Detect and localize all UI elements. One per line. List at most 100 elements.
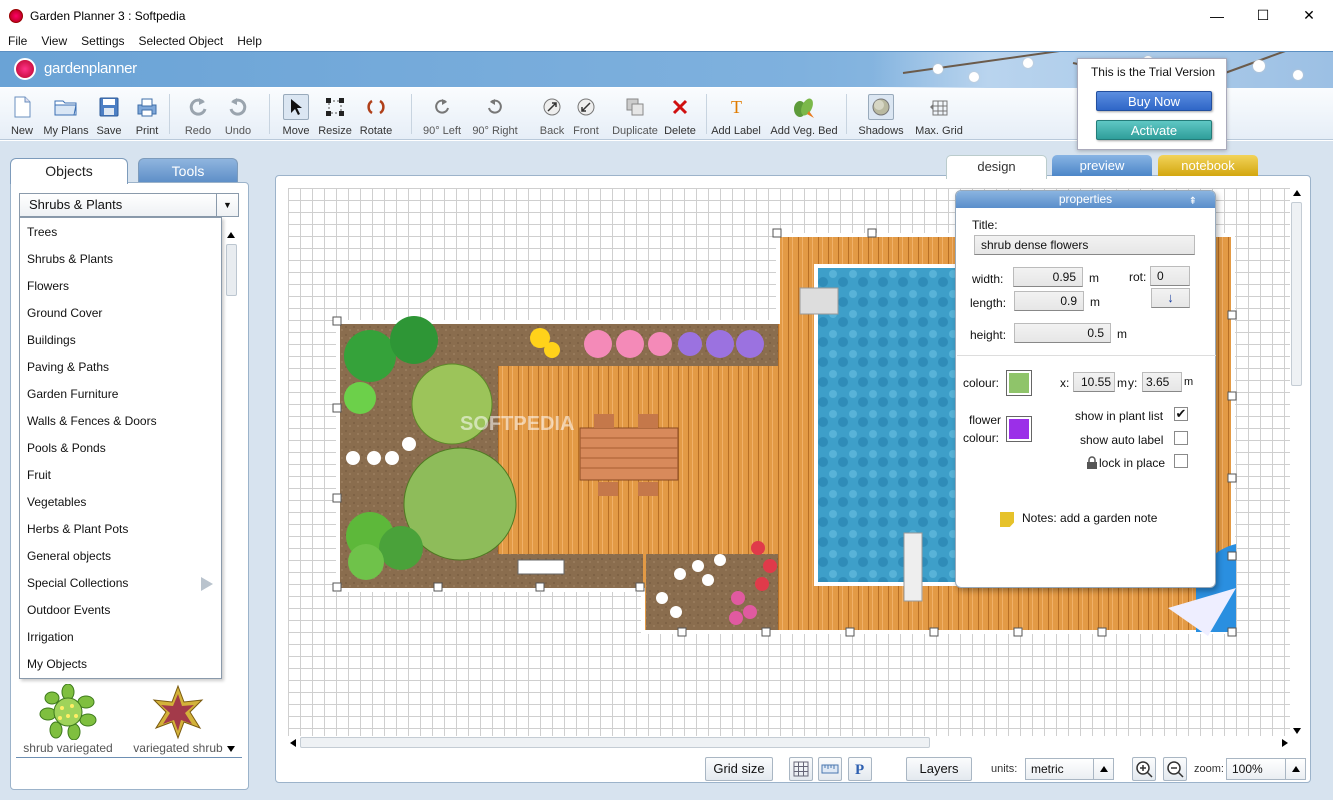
category-option-irrigation[interactable]: Irrigation (20, 624, 221, 651)
ruler-icon (821, 764, 839, 774)
y-input[interactable]: 3.65 (1142, 372, 1182, 392)
category-option-shrubs-plants[interactable]: Shrubs & Plants (20, 246, 221, 273)
width-input[interactable]: 0.95 (1013, 267, 1083, 287)
layers-button[interactable]: Layers (906, 757, 972, 781)
category-option-paving-paths[interactable]: Paving & Paths (20, 354, 221, 381)
menu-help[interactable]: Help (230, 34, 269, 48)
scroll-thumb[interactable] (226, 244, 237, 296)
activate-button[interactable]: Activate (1096, 120, 1212, 140)
category-option-flowers[interactable]: Flowers (20, 273, 221, 300)
units-select[interactable]: metric (1025, 758, 1114, 780)
category-option-ground-cover[interactable]: Ground Cover (20, 300, 221, 327)
height-input[interactable]: 0.5 (1014, 323, 1111, 343)
chevron-down-icon[interactable]: ▼ (216, 194, 238, 216)
checkmark-icon: ✔ (1175, 406, 1187, 421)
category-option-trees[interactable]: Trees (20, 219, 221, 246)
category-option-fruit[interactable]: Fruit (20, 462, 221, 489)
zoom-out-button[interactable] (1163, 757, 1187, 781)
menu-view[interactable]: View (34, 34, 74, 48)
max-grid-button[interactable]: Max. Grid (914, 88, 964, 140)
menu-settings[interactable]: Settings (74, 34, 131, 48)
collapse-icon[interactable]: ⇞ (1189, 193, 1197, 210)
scroll-right-icon[interactable] (1282, 739, 1288, 747)
menu-file[interactable]: File (0, 34, 34, 48)
zoom-select[interactable]: 100% (1226, 758, 1306, 780)
undo-button[interactable]: Undo (222, 88, 254, 140)
rotation-direction-arrow-icon[interactable]: ↓ (1151, 288, 1190, 308)
plant-thumb-variegated-shrub[interactable]: variegated shrub (123, 684, 233, 755)
category-option-walls-fences-doors[interactable]: Walls & Fences & Doors (20, 408, 221, 435)
rotate-tool-button[interactable]: Rotate (358, 88, 394, 140)
scroll-down-icon[interactable] (1293, 728, 1301, 734)
delete-button[interactable]: Delete (663, 88, 697, 140)
menu-selected-object[interactable]: Selected Object (132, 34, 231, 48)
colour-swatch[interactable] (1006, 370, 1032, 396)
zoom-in-button[interactable] (1132, 757, 1156, 781)
plant-list-toggle-button[interactable]: P (848, 757, 872, 781)
tab-preview[interactable]: preview (1052, 155, 1152, 176)
category-option-my-objects[interactable]: My Objects (20, 651, 221, 678)
category-option-pools-ponds[interactable]: Pools & Ponds (20, 435, 221, 462)
length-input[interactable]: 0.9 (1014, 291, 1084, 311)
objects-scrollbar[interactable] (225, 228, 239, 752)
category-option-outdoor-events[interactable]: Outdoor Events (20, 597, 221, 624)
x-input[interactable]: 10.55 (1073, 372, 1115, 392)
rotate-90-right-button[interactable]: 90° Right (470, 88, 520, 140)
toolbar-separator (846, 94, 847, 134)
toolbar-separator (706, 94, 707, 134)
submenu-arrow-icon (201, 577, 213, 591)
resize-tool-button[interactable]: Resize (316, 88, 354, 140)
add-garden-note-link[interactable]: Notes: add a garden note (1022, 511, 1157, 525)
maximize-button[interactable]: ☐ (1240, 0, 1286, 31)
canvas-vertical-scrollbar[interactable] (1290, 188, 1304, 736)
tab-objects[interactable]: Objects (10, 158, 128, 184)
canvas-horizontal-scrollbar[interactable] (288, 736, 1290, 750)
minimize-button[interactable]: — (1194, 0, 1240, 31)
category-option-herbs-plant-pots[interactable]: Herbs & Plant Pots (20, 516, 221, 543)
properties-header[interactable]: properties ⇞ (956, 191, 1215, 208)
redo-button[interactable]: Redo (182, 88, 214, 140)
rotate-90-left-button[interactable]: 90° Left (420, 88, 464, 140)
tab-tools[interactable]: Tools (138, 158, 238, 182)
scroll-up-icon[interactable] (1293, 190, 1301, 196)
print-button[interactable]: Print (131, 88, 163, 140)
show-auto-label-checkbox[interactable] (1174, 431, 1188, 445)
title-input[interactable]: shrub dense flowers (974, 235, 1195, 255)
new-button[interactable]: New (6, 88, 38, 140)
bring-front-button[interactable]: Front (571, 88, 601, 140)
shadows-toggle[interactable]: Shadows (856, 88, 906, 140)
rotation-input[interactable]: 0 (1150, 266, 1190, 286)
lock-in-place-checkbox[interactable] (1174, 454, 1188, 468)
duplicate-button[interactable]: Duplicate (612, 88, 658, 140)
category-option-special-collections[interactable]: Special Collections (20, 570, 221, 597)
window-title: Garden Planner 3 : Softpedia (30, 8, 186, 23)
add-veg-bed-button[interactable]: Add Veg. Bed (768, 88, 840, 140)
add-label-button[interactable]: T Add Label (710, 88, 762, 140)
chevron-up-icon[interactable] (1285, 759, 1305, 779)
category-select-value: Shrubs & Plants (29, 197, 123, 212)
category-option-general-objects[interactable]: General objects (20, 543, 221, 570)
save-button[interactable]: Save (93, 88, 125, 140)
ruler-toggle-button[interactable] (818, 757, 842, 781)
close-button[interactable]: ✕ (1286, 0, 1332, 31)
my-plans-button[interactable]: My Plans (43, 88, 89, 140)
category-option-garden-furniture[interactable]: Garden Furniture (20, 381, 221, 408)
tab-design[interactable]: design (946, 155, 1047, 179)
scroll-thumb[interactable] (300, 737, 930, 748)
buy-now-button[interactable]: Buy Now (1096, 91, 1212, 111)
category-select[interactable]: Shrubs & Plants ▼ (19, 193, 239, 217)
send-back-button[interactable]: Back (537, 88, 567, 140)
move-tool-button[interactable]: Move (282, 88, 310, 140)
scroll-left-icon[interactable] (290, 739, 296, 747)
grid-toggle-button[interactable] (789, 757, 813, 781)
scroll-thumb[interactable] (1291, 202, 1302, 386)
plant-thumb-shrub-variegated[interactable]: shrub variegated (13, 683, 123, 755)
chevron-up-icon[interactable] (1093, 759, 1113, 779)
category-option-vegetables[interactable]: Vegetables (20, 489, 221, 516)
tab-notebook[interactable]: notebook (1158, 155, 1258, 176)
category-option-buildings[interactable]: Buildings (20, 327, 221, 354)
show-in-plant-list-checkbox[interactable]: ✔ (1174, 407, 1188, 421)
grid-size-button[interactable]: Grid size (705, 757, 773, 781)
scroll-up-icon[interactable] (227, 232, 235, 238)
flower-colour-swatch[interactable] (1006, 416, 1032, 442)
